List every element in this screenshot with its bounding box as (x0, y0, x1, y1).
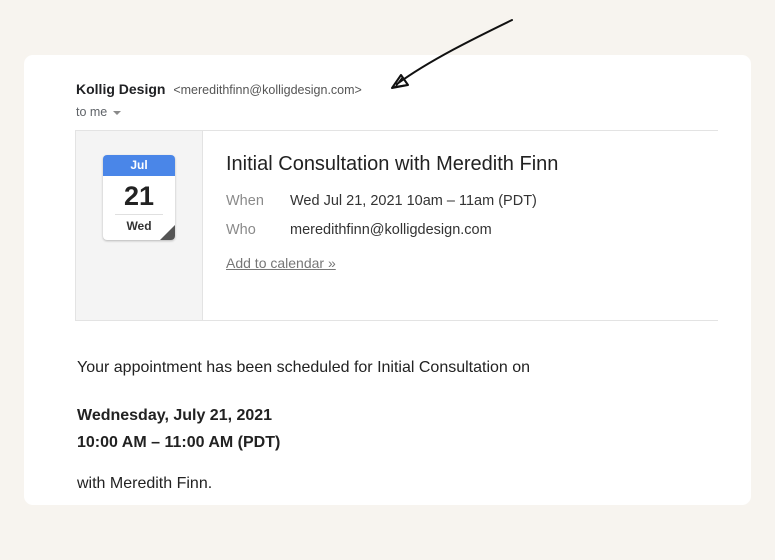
add-to-calendar-link[interactable]: Add to calendar » (226, 255, 336, 271)
calendar-day: 21 (123, 181, 155, 211)
email-card: Kollig Design <meredithfinn@kolligdesign… (24, 55, 751, 505)
message-intro: Your appointment has been scheduled for … (77, 359, 531, 376)
chevron-down-icon[interactable] (113, 111, 122, 115)
sender-line: Kollig Design <meredithfinn@kolligdesign… (76, 81, 362, 97)
calendar-icon: Jul 21 Wed (103, 155, 175, 240)
annotation-arrow-icon (391, 19, 513, 89)
message-closing: with Meredith Finn. (77, 475, 213, 492)
recipient-label: to me (76, 105, 108, 119)
when-value: Wed Jul 21, 2021 10am – 11am (PDT) (290, 193, 537, 209)
appointment-datetime: Wednesday, July 21, 2021 10:00 AM – 11:0… (77, 402, 280, 456)
calendar-month: Jul (103, 155, 175, 176)
who-row: Who meredithfinn@kolligdesign.com (226, 222, 558, 238)
sender-name[interactable]: Kollig Design (76, 81, 165, 97)
page-fold-icon (160, 225, 175, 240)
event-title: Initial Consultation with Meredith Finn (226, 153, 559, 175)
who-value: meredithfinn@kolligdesign.com (290, 222, 492, 238)
sender-email: <meredithfinn@kolligdesign.com> (173, 83, 362, 97)
when-label: When (226, 193, 264, 209)
event-details: Initial Consultation with Meredith Finn … (203, 131, 558, 320)
who-label: Who (226, 222, 256, 238)
appointment-date: Wednesday, July 21, 2021 (77, 407, 273, 424)
recipient-dropdown[interactable]: to me (76, 105, 122, 119)
calendar-icon-panel: Jul 21 Wed (76, 131, 203, 320)
appointment-time: 10:00 AM – 11:00 AM (PDT) (77, 434, 281, 451)
when-row: When Wed Jul 21, 2021 10am – 11am (PDT) (226, 193, 558, 209)
calendar-invite: Jul 21 Wed Initial Consultation with Mer… (75, 130, 718, 321)
